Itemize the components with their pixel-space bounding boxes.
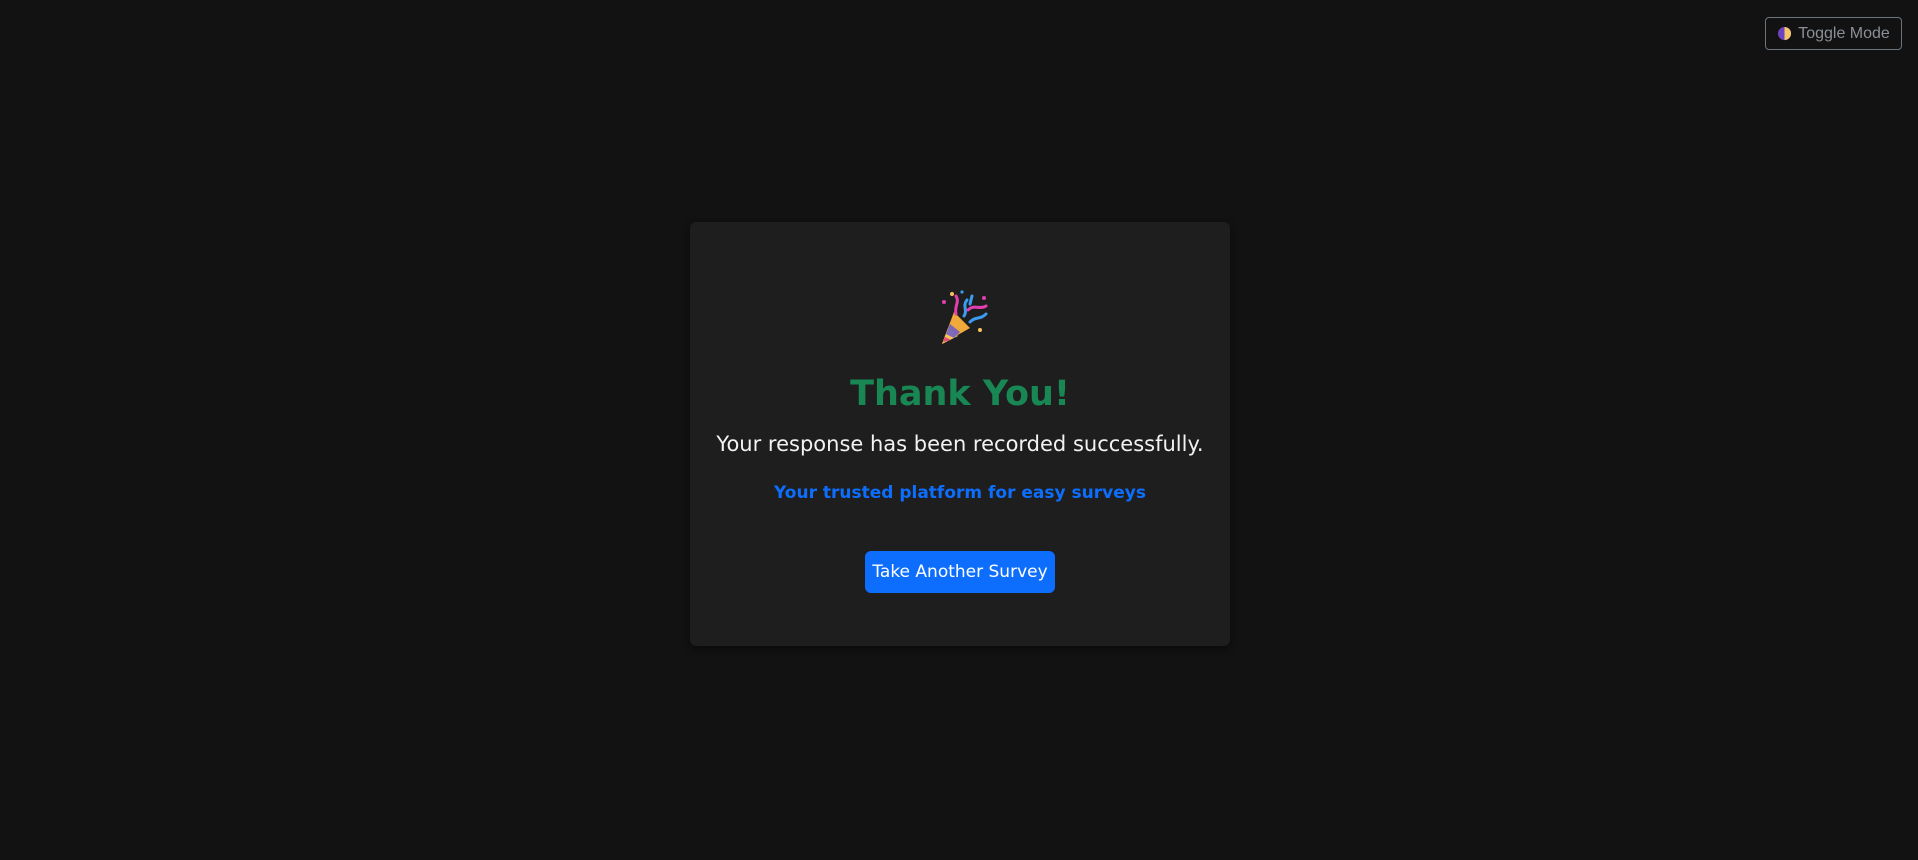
page-title: Thank You! (850, 374, 1070, 414)
toggle-mode-button[interactable]: Toggle Mode (1765, 17, 1902, 50)
half-circle-icon (1777, 26, 1792, 41)
thank-you-page: Toggle Mode Thank You! Your response has… (0, 0, 1918, 860)
toggle-mode-label: Toggle Mode (1798, 24, 1890, 42)
confirmation-message: Your response has been recorded successf… (716, 432, 1204, 456)
tagline: Your trusted platform for easy surveys (774, 483, 1146, 503)
confirmation-card: Thank You! Your response has been record… (690, 222, 1230, 646)
take-another-survey-button[interactable]: Take Another Survey (865, 551, 1055, 593)
party-popper-icon (934, 288, 990, 348)
